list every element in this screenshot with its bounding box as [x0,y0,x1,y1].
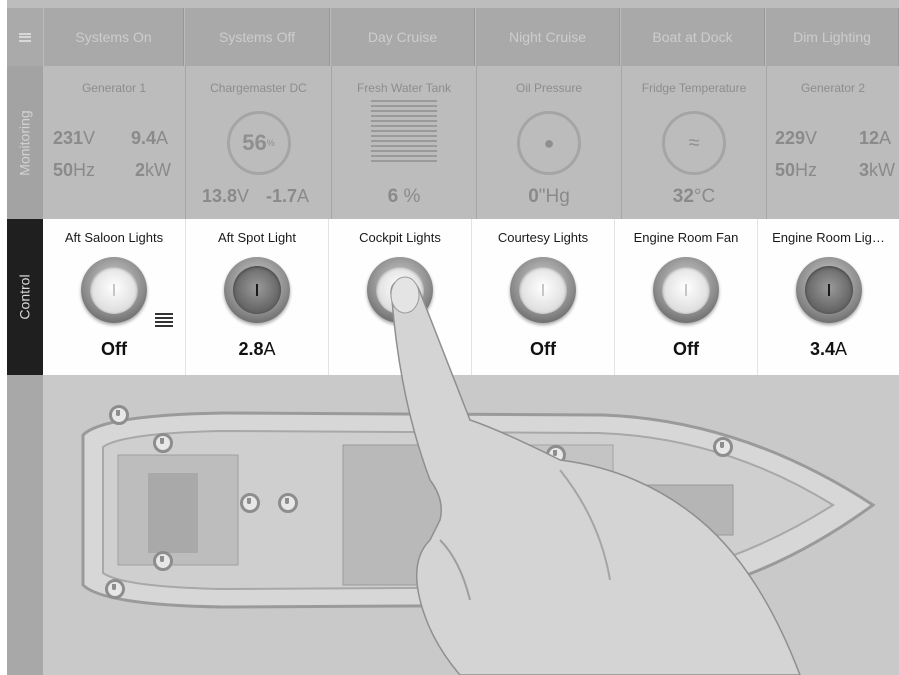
list-icon[interactable] [155,313,173,327]
location-pin-icon[interactable] [461,527,481,547]
charge-volts: 13.8V [202,186,250,206]
monitoring-panel: Generator 1 231V 9.4A 50Hz 2kW Chargemas… [43,66,899,219]
switch-aft-saloon-lights[interactable] [81,257,147,323]
water-tank-graphic [371,100,437,162]
gen2-hz: 50Hz [775,160,818,180]
switch-engine-room-fan[interactable] [653,257,719,323]
menu-icon [19,32,31,42]
control-value: 3.4A [809,339,848,359]
control-value: Off [673,339,699,359]
preset-night-cruise[interactable]: Night Cruise [475,8,620,66]
boat-hull-diagram [81,411,876,609]
preset-systems-off[interactable]: Systems Off [184,8,330,66]
tab-monitoring-label: Monitoring [17,109,33,176]
card-title: Fresh Water Tank [356,81,452,95]
gen1-amps: 9.4A [131,128,169,148]
gen1-volts: 231V [53,128,96,148]
location-pin-icon[interactable] [153,551,173,571]
preset-dim-lighting[interactable]: Dim Lighting [765,8,899,66]
oil-value: 0"Hg [528,186,570,207]
control-cockpit-lights: Cockpit Lights [329,219,472,375]
control-engine-room-fan: Engine Room Fan Off [615,219,758,375]
fridge-card[interactable]: Fridge Temperature ≈ 32°C [622,66,767,219]
oil-pressure-card[interactable]: Oil Pressure ● 0"Hg [477,66,622,219]
preset-day-cruise[interactable]: Day Cruise [330,8,475,66]
preset-bar: Systems On Systems Off Day Cruise Night … [7,8,899,66]
control-courtesy-lights: Courtesy Lights Off [472,219,615,375]
location-pin-icon[interactable] [278,493,298,513]
control-value: Off [530,339,556,359]
switch-cockpit-lights[interactable] [367,257,433,323]
card-title: Generator 2 [800,81,866,95]
control-engine-room-lights: Engine Room Lig… 3.4A [758,219,899,375]
tab-map[interactable] [7,375,43,675]
control-aft-saloon-lights: Aft Saloon Lights Off [43,219,186,375]
gen2-kw: 3kW [859,160,896,180]
chargemaster-card[interactable]: Chargemaster DC 56% 13.8V -1.7A [186,66,332,219]
tab-control-label: Control [17,274,34,320]
control-title: Aft Saloon Lights [64,230,164,245]
charge-amps: -1.7A [266,186,310,206]
gen1-kw: 2kW [135,160,172,180]
tab-monitoring[interactable]: Monitoring [7,66,43,219]
control-title: Aft Spot Light [217,230,297,245]
control-value: 2.8A [238,339,276,359]
control-value: Off [101,339,127,359]
generator-1-card[interactable]: Generator 1 231V 9.4A 50Hz 2kW [43,66,186,219]
oil-can-icon: ● [517,111,581,175]
location-pin-icon[interactable] [153,433,173,453]
control-title: Cockpit Lights [359,230,441,245]
location-pin-icon[interactable] [105,579,125,599]
card-title: Chargemaster DC [210,81,307,95]
control-aft-spot-light: Aft Spot Light 2.8A [186,219,329,375]
control-panel: Aft Saloon Lights Off Aft Spot Light 2.8… [43,219,899,375]
control-title: Courtesy Lights [497,230,589,245]
switch-engine-room-lights[interactable] [795,257,862,323]
menu-button[interactable] [7,8,43,66]
control-title: Engine Room Fan [633,230,739,245]
boat-layout-map [43,375,899,675]
gen2-amps: 12A [859,128,892,148]
gen2-volts: 229V [775,128,818,148]
tab-control[interactable]: Control [7,219,43,375]
switch-courtesy-lights[interactable] [510,257,576,323]
app-frame: Systems On Systems Off Day Cruise Night … [7,0,899,675]
fresh-water-card[interactable]: Fresh Water Tank 6 % [332,66,477,219]
generator-2-card[interactable]: Generator 2 229V 12A 50Hz 3kW [767,66,899,219]
fridge-value: 32°C [672,186,716,207]
location-pin-icon[interactable] [240,493,260,513]
card-title: Oil Pressure [515,81,583,95]
switch-aft-spot-light[interactable] [224,257,290,323]
card-title: Generator 1 [81,81,147,95]
thermometer-icon: ≈ [662,111,726,175]
preset-systems-on[interactable]: Systems On [43,8,184,66]
control-title: Engine Room Lig… [772,230,885,245]
preset-boat-at-dock[interactable]: Boat at Dock [620,8,765,66]
location-pin-icon[interactable] [109,405,129,425]
card-title: Fridge Temperature [641,81,747,95]
gen1-hz: 50Hz [53,160,96,180]
charge-gauge: 56% [226,111,291,175]
water-level: 6 % [387,186,421,207]
location-pin-icon[interactable] [546,445,566,465]
location-pin-icon[interactable] [713,437,733,457]
